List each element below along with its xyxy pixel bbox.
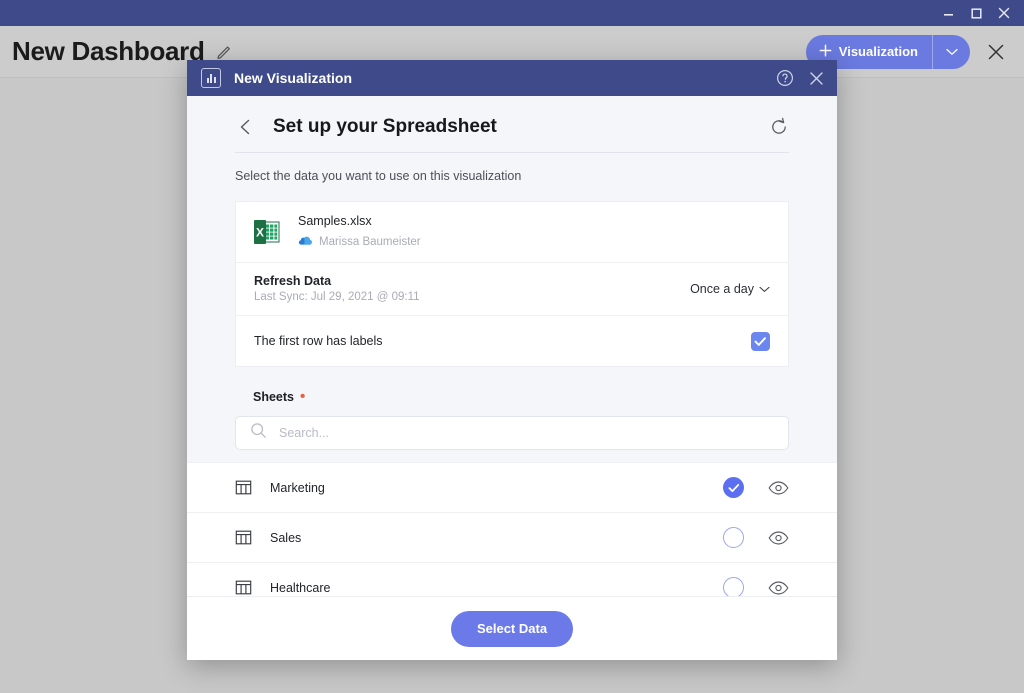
sheet-name: Healthcare xyxy=(270,580,331,595)
visualization-dropdown-toggle[interactable] xyxy=(932,34,970,69)
eye-icon[interactable] xyxy=(768,580,789,595)
close-dashboard-button[interactable] xyxy=(982,38,1010,66)
chevron-down-icon xyxy=(945,43,958,61)
list-item[interactable]: Healthcare xyxy=(187,562,837,596)
plus-icon xyxy=(819,44,832,60)
sheet-select-toggle[interactable] xyxy=(723,527,744,548)
sheet-actions xyxy=(723,577,789,596)
select-data-button[interactable]: Select Data xyxy=(450,610,574,647)
modal-header-actions xyxy=(776,69,825,87)
refresh-data-label: Refresh Data xyxy=(254,274,332,288)
modal-header: New Visualization xyxy=(187,60,837,96)
file-name: Samples.xlsx xyxy=(298,214,372,228)
modal-footer: Select Data xyxy=(187,596,837,660)
new-visualization-modal: New Visualization Set up your Spreadshee… xyxy=(187,60,837,660)
refresh-icon[interactable] xyxy=(769,117,789,137)
sheet-name: Sales xyxy=(270,530,302,545)
file-owner-name: Marissa Baumeister xyxy=(319,236,421,248)
required-marker: • xyxy=(300,388,306,405)
sheets-search-wrap xyxy=(187,404,837,450)
excel-file-icon: X xyxy=(252,217,282,247)
bar-chart-icon xyxy=(201,68,221,88)
table-icon xyxy=(235,579,252,596)
last-sync-label: Last Sync: Jul 29, 2021 @ 09:11 xyxy=(254,291,420,303)
list-item[interactable]: Sales xyxy=(187,512,837,562)
pencil-icon[interactable] xyxy=(215,42,234,61)
table-icon xyxy=(235,479,252,496)
modal-title: New Visualization xyxy=(234,70,352,86)
first-row-labels-label: The first row has labels xyxy=(254,334,383,348)
maximize-button[interactable] xyxy=(962,2,990,24)
file-meta: Samples.xlsx Marissa Baumeister xyxy=(298,213,421,251)
modal-body: Set up your Spreadsheet Select the data … xyxy=(187,96,837,596)
first-row-labels-row[interactable]: The first row has labels xyxy=(236,316,788,366)
sheet-actions xyxy=(723,527,789,548)
close-window-button[interactable] xyxy=(990,2,1018,24)
sheets-list: Marketing Sales Healthcare xyxy=(187,462,837,596)
refresh-data-text: Refresh Data Last Sync: Jul 29, 2021 @ 0… xyxy=(254,274,420,303)
page-title: New Dashboard xyxy=(12,36,205,66)
eye-icon[interactable] xyxy=(768,480,789,495)
eye-icon[interactable] xyxy=(768,530,789,545)
search-input[interactable] xyxy=(279,426,774,440)
sheet-select-toggle[interactable] xyxy=(723,477,744,498)
close-modal-button[interactable] xyxy=(808,70,825,87)
sheets-label-text: Sheets xyxy=(253,389,294,404)
add-visualization-label: Visualization xyxy=(838,44,918,59)
refresh-data-row: Refresh Data Last Sync: Jul 29, 2021 @ 0… xyxy=(236,263,788,315)
setup-header: Set up your Spreadsheet xyxy=(187,96,837,138)
file-row[interactable]: X Samples.xlsx Marissa Baumeister xyxy=(236,202,788,262)
setup-subtitle: Select the data you want to use on this … xyxy=(235,169,522,183)
sheet-name: Marketing xyxy=(270,480,325,495)
search-icon xyxy=(250,422,267,444)
onedrive-cloud-icon xyxy=(298,233,313,251)
sheet-select-toggle[interactable] xyxy=(723,577,744,596)
table-icon xyxy=(235,529,252,546)
chevron-down-icon xyxy=(759,282,770,296)
setup-title: Set up your Spreadsheet xyxy=(273,116,497,137)
sheet-actions xyxy=(723,477,789,498)
arrow-left-icon[interactable] xyxy=(235,116,257,138)
datasource-card: X Samples.xlsx Marissa Baumeister Refres… xyxy=(235,201,789,367)
refresh-frequency-dropdown[interactable]: Once a day xyxy=(690,282,770,296)
sheets-section-label: Sheets • xyxy=(187,367,837,404)
list-item[interactable]: Marketing xyxy=(187,462,837,512)
os-title-bar xyxy=(0,0,1024,26)
first-row-labels-checkbox[interactable] xyxy=(751,331,770,351)
svg-text:X: X xyxy=(256,225,264,239)
minimize-button[interactable] xyxy=(934,2,962,24)
refresh-frequency-value: Once a day xyxy=(690,281,754,296)
sheets-search-box[interactable] xyxy=(235,416,789,450)
question-circle-icon[interactable] xyxy=(776,69,794,87)
file-owner: Marissa Baumeister xyxy=(298,233,421,251)
